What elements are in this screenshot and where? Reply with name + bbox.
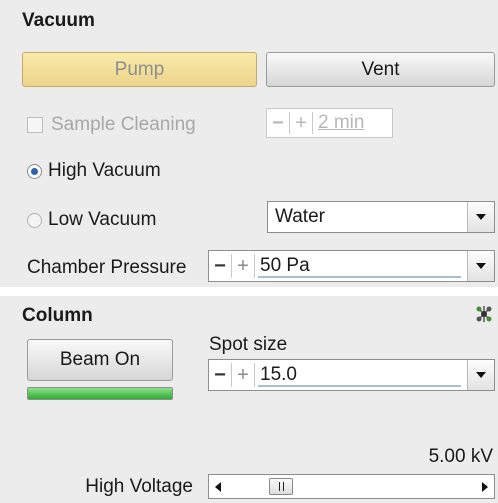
vent-button[interactable]: Vent <box>266 52 495 87</box>
spot-size-increment-button[interactable]: + <box>232 360 254 390</box>
column-panel: Column Beam On Spot size − + 15.0 5.00 k… <box>0 296 498 503</box>
cleaning-time-decrement-button[interactable]: − <box>267 109 289 137</box>
low-vacuum-label: Low Vacuum <box>48 209 157 230</box>
low-vacuum-radio-row[interactable]: Low Vacuum <box>27 209 156 231</box>
chamber-pressure-label: Chamber Pressure <box>27 257 187 278</box>
vacuum-panel: Vacuum Pump Vent Sample Cleaning − + 2 m… <box>0 0 498 287</box>
sample-cleaning-checkbox-row[interactable]: Sample Cleaning <box>27 114 196 136</box>
cleaning-time-increment-button[interactable]: + <box>290 109 312 137</box>
spot-size-stepper[interactable]: − + 15.0 <box>208 359 495 391</box>
high-voltage-slider[interactable] <box>208 474 495 499</box>
chamber-pressure-value[interactable]: 50 Pa <box>255 251 467 281</box>
sample-cleaning-label: Sample Cleaning <box>51 114 196 135</box>
slider-right-arrow-icon[interactable] <box>482 482 488 492</box>
gas-type-dropdown-button[interactable] <box>467 202 494 232</box>
high-voltage-value: 5.00 kV <box>428 446 493 467</box>
high-voltage-slider-thumb[interactable] <box>269 478 293 495</box>
gas-type-value: Water <box>275 206 325 227</box>
pump-button[interactable]: Pump <box>22 52 257 87</box>
beam-status-bar <box>27 387 173 400</box>
beam-status-fill <box>28 388 172 399</box>
value-underline <box>258 276 461 278</box>
molecule-icon[interactable] <box>474 304 494 324</box>
spot-size-value[interactable]: 15.0 <box>255 360 467 390</box>
chamber-pressure-stepper[interactable]: − + 50 Pa <box>208 250 495 282</box>
chevron-down-icon <box>476 214 486 220</box>
gas-type-dropdown[interactable]: Water <box>267 201 495 233</box>
spot-size-dropdown-button[interactable] <box>467 360 494 390</box>
cleaning-time-value[interactable]: 2 min <box>313 109 392 137</box>
spot-size-label: Spot size <box>209 334 288 355</box>
pressure-increment-button[interactable]: + <box>232 251 254 281</box>
vacuum-title: Vacuum <box>22 10 95 31</box>
spot-size-decrement-button[interactable]: − <box>209 360 231 390</box>
low-vacuum-radio[interactable] <box>27 212 42 228</box>
value-underline <box>258 385 461 387</box>
high-vacuum-radio-row[interactable]: High Vacuum <box>27 160 161 182</box>
pressure-decrement-button[interactable]: − <box>209 251 231 281</box>
high-vacuum-label: High Vacuum <box>48 160 161 181</box>
chevron-down-icon <box>476 372 486 378</box>
high-voltage-label: High Voltage <box>85 476 193 497</box>
chevron-down-icon <box>476 263 486 269</box>
sample-cleaning-checkbox[interactable] <box>27 117 43 133</box>
column-title: Column <box>22 305 93 326</box>
beam-on-button[interactable]: Beam On <box>27 339 173 381</box>
pressure-dropdown-button[interactable] <box>467 251 494 281</box>
slider-left-arrow-icon[interactable] <box>215 482 221 492</box>
high-vacuum-radio[interactable] <box>27 163 42 179</box>
cleaning-time-stepper[interactable]: − + 2 min <box>266 108 393 138</box>
